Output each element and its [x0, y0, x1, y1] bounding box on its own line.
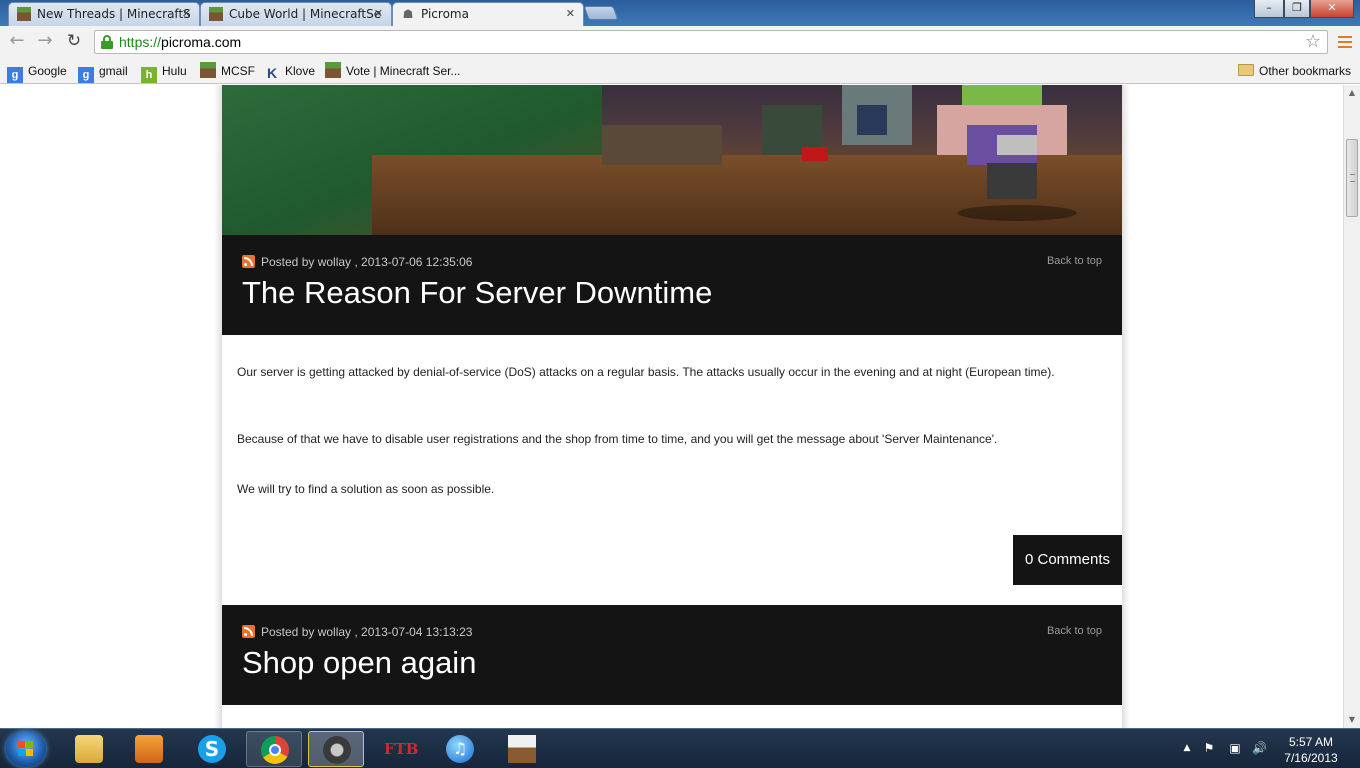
- tab-close-icon[interactable]: ✕: [374, 3, 383, 25]
- post-meta: Posted by wollay , 2013-07-04 13:13:23: [242, 625, 472, 639]
- show-hidden-icons-icon[interactable]: ▲: [1180, 741, 1194, 755]
- bookmark-hulu[interactable]: h Hulu: [141, 62, 187, 83]
- ftb-icon: FTB: [384, 740, 419, 758]
- minecraft-block-icon: [325, 62, 341, 78]
- rss-icon[interactable]: [242, 625, 255, 638]
- tab-title: New Threads | MinecraftS: [37, 7, 191, 21]
- windows-logo-icon: [18, 741, 34, 757]
- tab-new-threads[interactable]: New Threads | MinecraftS ✕: [8, 2, 200, 26]
- hulu-icon: h: [141, 67, 157, 83]
- taskbar-ftb[interactable]: FTB: [370, 731, 426, 767]
- back-to-top-link[interactable]: Back to top: [1047, 625, 1102, 637]
- chrome-menu-icon[interactable]: [1338, 36, 1352, 48]
- tab-title: Cube World | MinecraftSe: [229, 7, 382, 21]
- new-tab-button[interactable]: [583, 6, 619, 20]
- klove-icon: K: [266, 65, 278, 81]
- post-body: [222, 705, 1122, 728]
- taskbar-explorer[interactable]: [61, 731, 117, 767]
- bookmark-star-icon[interactable]: ☆: [1305, 31, 1321, 53]
- minimize-button[interactable]: –: [1254, 0, 1284, 18]
- start-button[interactable]: [6, 731, 46, 767]
- bookmarks-bar: g Google g gmail h Hulu MCSF K Klove Vote | …: [0, 58, 1360, 84]
- tab-picroma[interactable]: ☗ Picroma ✕: [392, 2, 584, 26]
- content-shadow-left: [214, 85, 222, 728]
- clock-date: 7/16/2013: [1284, 751, 1338, 765]
- bookmark-klove[interactable]: K Klove: [264, 62, 315, 81]
- chrome-icon: [261, 736, 289, 764]
- minecraft-block-icon: [200, 62, 216, 78]
- minecraft-block-icon: [17, 7, 31, 21]
- taskbar-itunes[interactable]: ♫: [432, 731, 488, 767]
- windows-taskbar: S FTB ♫ ▲ ⚑ ▣ 🔊 5:57 AM 7/16/2013: [0, 728, 1360, 768]
- skype-icon: S: [198, 735, 226, 763]
- taskbar-skype[interactable]: S: [184, 731, 240, 767]
- volume-icon[interactable]: 🔊: [1252, 741, 1267, 755]
- page-scrollbar[interactable]: ▲ ▼: [1343, 85, 1360, 728]
- forward-arrow-icon[interactable]: →: [34, 30, 56, 52]
- post-paragraph: Because of that we have to disable user …: [237, 432, 998, 446]
- minecraft-block-icon: [209, 7, 223, 21]
- rss-icon[interactable]: [242, 255, 255, 268]
- comments-button[interactable]: 0 Comments: [1013, 535, 1122, 585]
- address-bar[interactable]: https://picroma.com ☆: [94, 30, 1328, 54]
- post-title: The Reason For Server Downtime: [242, 275, 713, 310]
- post-paragraph: We will try to find a solution as soon a…: [237, 482, 495, 496]
- url-text: https://picroma.com: [119, 34, 242, 50]
- tab-close-icon[interactable]: ✕: [566, 3, 575, 25]
- scrollbar-thumb[interactable]: [1346, 139, 1358, 217]
- action-center-flag-icon[interactable]: ⚑: [1202, 741, 1216, 755]
- page-viewport: Posted by wollay , 2013-07-06 12:35:06 B…: [0, 85, 1343, 728]
- post-title: Shop open again: [242, 645, 477, 680]
- clock-time: 5:57 AM: [1288, 735, 1334, 749]
- banner-image: [222, 85, 1122, 235]
- content-shadow-right: [1122, 85, 1130, 728]
- reload-icon[interactable]: ↻: [63, 30, 85, 52]
- browser-toolbar: ← → ↻ https://picroma.com ☆: [0, 26, 1360, 58]
- maximize-button[interactable]: ❐: [1284, 0, 1310, 18]
- back-arrow-icon[interactable]: ←: [6, 30, 28, 52]
- tab-strip: New Threads | MinecraftS ✕ Cube World | …: [0, 0, 1360, 26]
- bookmark-mcsf[interactable]: MCSF: [200, 62, 255, 80]
- post-paragraph: Our server is getting attacked by denial…: [237, 365, 1055, 379]
- steam-icon: [323, 736, 351, 764]
- minecraft-block-icon: [508, 735, 536, 763]
- tab-title: Picroma: [421, 7, 469, 21]
- network-icon[interactable]: ▣: [1228, 741, 1242, 755]
- taskbar-minecraft[interactable]: [494, 731, 550, 767]
- google-icon: g: [78, 67, 94, 83]
- post-meta: Posted by wollay , 2013-07-06 12:35:06: [242, 255, 472, 269]
- google-icon: g: [7, 67, 23, 83]
- bookmark-vote-minecraft[interactable]: Vote | Minecraft Ser...: [325, 62, 461, 80]
- taskbar-media-player[interactable]: [121, 731, 177, 767]
- taskbar-chrome[interactable]: [246, 731, 302, 767]
- scroll-up-arrow-icon[interactable]: ▲: [1344, 85, 1360, 101]
- close-window-button[interactable]: ✕: [1310, 0, 1354, 18]
- bookmark-gmail[interactable]: g gmail: [78, 62, 128, 83]
- other-bookmarks[interactable]: Other bookmarks: [1238, 62, 1351, 80]
- back-to-top-link[interactable]: Back to top: [1047, 255, 1102, 267]
- folder-icon: [75, 735, 103, 763]
- post-body: Our server is getting attacked by denial…: [222, 335, 1122, 605]
- lock-icon: [101, 35, 113, 49]
- itunes-icon: ♫: [446, 735, 474, 763]
- scroll-down-arrow-icon[interactable]: ▼: [1344, 712, 1360, 728]
- post-header: Posted by wollay , 2013-07-04 13:13:23 B…: [222, 605, 1122, 705]
- system-clock[interactable]: 5:57 AM 7/16/2013: [1276, 734, 1346, 766]
- taskbar-steam[interactable]: [308, 731, 364, 767]
- bookmark-google[interactable]: g Google: [7, 62, 67, 83]
- post-header: Posted by wollay , 2013-07-06 12:35:06 B…: [222, 235, 1122, 335]
- media-player-icon: [135, 735, 163, 763]
- picroma-icon: ☗: [402, 7, 414, 21]
- folder-icon: [1238, 64, 1254, 76]
- content-column: Posted by wollay , 2013-07-06 12:35:06 B…: [222, 85, 1122, 728]
- tab-cube-world[interactable]: Cube World | MinecraftSe ✕: [200, 2, 392, 26]
- tab-close-icon[interactable]: ✕: [182, 3, 191, 25]
